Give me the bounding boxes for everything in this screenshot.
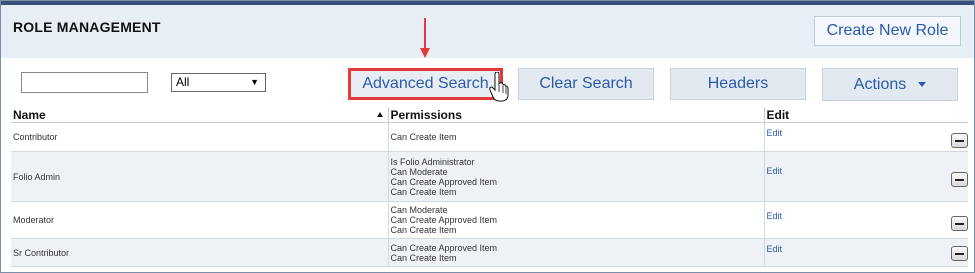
clear-search-button[interactable]: Clear Search xyxy=(518,68,654,100)
role-name: Folio Admin xyxy=(11,151,388,202)
column-header-permissions[interactable]: Permissions xyxy=(387,108,764,123)
column-header-edit[interactable]: Edit xyxy=(763,108,968,123)
permission-item: Can Create Approved Item xyxy=(390,242,498,253)
role-name: Contributor xyxy=(11,122,388,152)
search-input[interactable] xyxy=(21,72,148,93)
page-title: ROLE MANAGEMENT xyxy=(13,19,161,35)
role-permissions: Can Moderate Can Create Approved Item Ca… xyxy=(387,201,764,239)
actions-button-label: Actions xyxy=(853,75,907,93)
edit-cell: Edit xyxy=(763,201,968,239)
column-header-label: Name xyxy=(13,108,46,122)
role-management-panel: ROLE MANAGEMENT Create New Role All ▼ Ad… xyxy=(0,0,975,273)
annotation-arrow-icon xyxy=(420,18,430,58)
role-name: Sr Contributor xyxy=(11,238,388,267)
table-row: Folio Admin Is Folio Administrator Can M… xyxy=(11,151,968,202)
table-header-row: Name Permissions Edit xyxy=(11,108,968,123)
role-permissions: Is Folio Administrator Can Moderate Can … xyxy=(387,151,764,202)
column-header-label: Permissions xyxy=(390,108,462,122)
permission-item: Is Folio Administrator xyxy=(390,156,475,167)
permission-item: Can Moderate xyxy=(390,166,448,177)
remove-icon[interactable] xyxy=(951,246,968,261)
chevron-down-icon: ▼ xyxy=(250,77,259,87)
sort-ascending-icon xyxy=(377,112,383,117)
remove-icon[interactable] xyxy=(951,133,968,148)
role-permissions: Can Create Approved Item Can Create Item xyxy=(387,238,764,267)
table-row: Moderator Can Moderate Can Create Approv… xyxy=(11,201,968,239)
edit-cell: Edit xyxy=(763,238,968,267)
filter-select-value: All xyxy=(176,75,190,89)
role-permissions: Can Create Item xyxy=(387,122,764,152)
edit-cell: Edit xyxy=(763,151,968,202)
caret-down-icon xyxy=(918,82,927,87)
permission-item: Can Moderate xyxy=(390,205,448,215)
create-new-role-button[interactable]: Create New Role xyxy=(814,16,961,46)
actions-button[interactable]: Actions xyxy=(822,68,958,101)
edit-link[interactable]: Edit xyxy=(767,166,783,176)
advanced-search-button[interactable]: Advanced Search xyxy=(348,68,503,100)
permission-item: Can Create Item xyxy=(390,225,457,235)
column-header-name[interactable]: Name xyxy=(11,108,388,123)
edit-link[interactable]: Edit xyxy=(767,244,783,254)
permission-item: Can Create Approved Item xyxy=(390,176,498,187)
column-header-label: Edit xyxy=(766,108,790,122)
permission-item: Can Create Item xyxy=(390,132,457,142)
edit-cell: Edit xyxy=(763,122,968,152)
table-row: Sr Contributor Can Create Approved Item … xyxy=(11,238,968,267)
permission-item: Can Create Item xyxy=(390,186,457,197)
role-name: Moderator xyxy=(11,201,388,239)
filter-select[interactable]: All ▼ xyxy=(171,73,266,92)
permission-item: Can Create Item xyxy=(390,252,457,263)
remove-icon[interactable] xyxy=(951,216,968,231)
roles-table: Name Permissions Edit Contributor Can Cr… xyxy=(11,108,968,267)
hand-cursor-icon xyxy=(489,72,509,102)
remove-icon[interactable] xyxy=(951,172,968,187)
table-row: Contributor Can Create Item Edit xyxy=(11,122,968,152)
permission-item: Can Create Approved Item xyxy=(390,215,498,225)
content-area: All ▼ Advanced Search Clear Search Heade… xyxy=(1,58,974,272)
top-border xyxy=(1,1,974,5)
edit-link[interactable]: Edit xyxy=(767,211,783,221)
headers-button[interactable]: Headers xyxy=(670,68,806,100)
edit-link[interactable]: Edit xyxy=(767,128,783,138)
